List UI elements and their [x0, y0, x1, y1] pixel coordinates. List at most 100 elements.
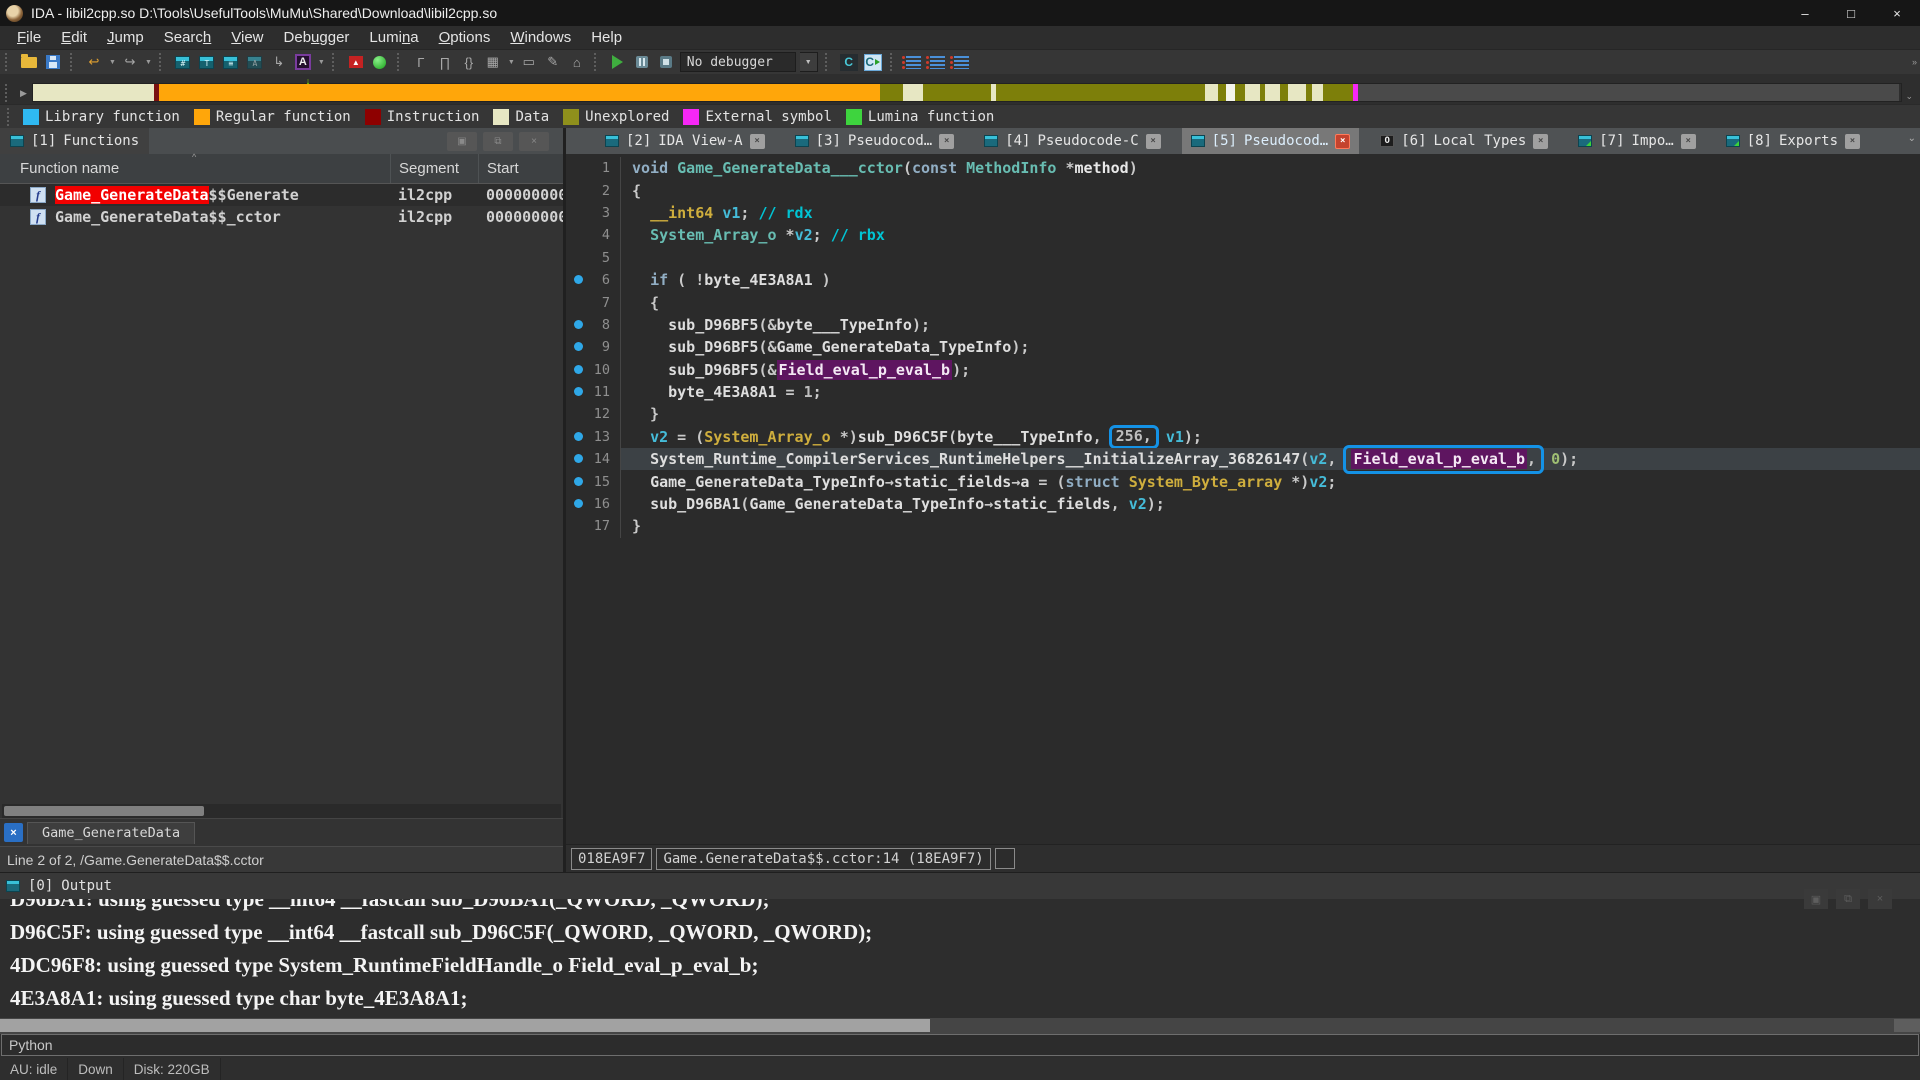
- braces-button[interactable]: {}: [459, 52, 479, 72]
- tab-pseudocod-[interactable]: [5]Pseudocod…×: [1182, 128, 1360, 154]
- pause-process-button[interactable]: [632, 52, 652, 72]
- code-line[interactable]: 9 sub_D96BF5(&Game_GenerateData_TypeInfo…: [566, 336, 1920, 358]
- breakpoint-dot[interactable]: [566, 361, 590, 379]
- chevron-down-icon[interactable]: ▼: [145, 59, 152, 66]
- band-scroll-icon[interactable]: ⌄: [1902, 91, 1916, 102]
- start-process-button[interactable]: [608, 52, 628, 72]
- debugger-select[interactable]: No debugger: [680, 52, 796, 72]
- nav-band-segment[interactable]: [1226, 84, 1235, 101]
- tab-close-icon[interactable]: ×: [1533, 134, 1548, 149]
- menu-options[interactable]: Options: [430, 27, 500, 48]
- pencil-button[interactable]: ✎: [543, 52, 563, 72]
- chevron-down-icon[interactable]: ▼: [109, 59, 116, 66]
- breakpoint-dot[interactable]: [566, 450, 590, 468]
- dock-restore-icon[interactable]: ▣: [447, 132, 477, 151]
- chevron-down-icon[interactable]: ▼: [318, 59, 325, 66]
- open-file-button[interactable]: [19, 52, 39, 72]
- tab-output[interactable]: [0] Output: [6, 878, 112, 894]
- breakpoint-flag-button[interactable]: ▲: [346, 52, 366, 72]
- column-function-name[interactable]: Function name: [0, 160, 390, 177]
- navigation-band[interactable]: ↓: [32, 83, 1903, 102]
- code-line[interactable]: 13 v2 = (System_Array_o *)sub_D96C5F(byt…: [566, 426, 1920, 448]
- dock-float-icon[interactable]: ⧉: [483, 132, 513, 151]
- tab-overflow-icon[interactable]: ⌄: [1908, 133, 1916, 144]
- nav-band-segment[interactable]: [159, 84, 880, 101]
- code-line[interactable]: 12 }: [566, 403, 1920, 425]
- jump-button[interactable]: ↳: [269, 52, 289, 72]
- tab-pseudocode-c[interactable]: [4]Pseudocode-C×: [975, 128, 1169, 154]
- menu-debugger[interactable]: Debugger: [275, 27, 359, 48]
- breakpoint-dot[interactable]: [566, 428, 590, 446]
- toolbar-overflow-icon[interactable]: »: [1909, 57, 1920, 67]
- toolbar-grip[interactable]: [159, 53, 166, 71]
- nav-band-segment[interactable]: [880, 84, 902, 101]
- pseudocode-view[interactable]: 1void Game_GenerateData___cctor(const Me…: [566, 154, 1920, 844]
- toolbar-grip[interactable]: [594, 53, 601, 71]
- code-line[interactable]: 2{: [566, 179, 1920, 201]
- breakpoint-dot[interactable]: [566, 495, 590, 513]
- home-button[interactable]: ⌂: [567, 52, 587, 72]
- dock-close-icon[interactable]: ×: [1868, 889, 1892, 909]
- dock-close-icon[interactable]: ×: [519, 132, 549, 151]
- code-line[interactable]: 16 sub_D96BA1(Game_GenerateData_TypeInfo…: [566, 493, 1920, 515]
- scrollbar-thumb[interactable]: [0, 1019, 930, 1032]
- code-line[interactable]: 4 System_Array_o *v2; // rbx: [566, 224, 1920, 246]
- toolbar-grip[interactable]: [397, 53, 404, 71]
- recompile-button[interactable]: C: [863, 52, 883, 72]
- code-line[interactable]: 11 byte_4E3A8A1 = 1;: [566, 381, 1920, 403]
- dock-restore-icon[interactable]: ▣: [1804, 889, 1828, 909]
- menu-edit[interactable]: Edit: [52, 27, 96, 48]
- code-line[interactable]: 1void Game_GenerateData___cctor(const Me…: [566, 157, 1920, 179]
- list-view-button[interactable]: [952, 52, 972, 72]
- tab-close-icon[interactable]: ×: [1681, 134, 1696, 149]
- nav-band-segment[interactable]: [1218, 84, 1225, 101]
- output-log[interactable]: D96BA1: using guessed type __int64 __fas…: [0, 899, 1920, 1018]
- menu-file[interactable]: File: [8, 27, 50, 48]
- band-play-icon[interactable]: ▶: [17, 88, 30, 99]
- list-view-button[interactable]: [904, 52, 924, 72]
- tab-close-icon[interactable]: ×: [939, 134, 954, 149]
- code-line[interactable]: 15 Game_GenerateData_TypeInfo→static_fie…: [566, 470, 1920, 492]
- menu-windows[interactable]: Windows: [501, 27, 580, 48]
- legend-grip[interactable]: [7, 108, 14, 126]
- functions-hscrollbar[interactable]: [2, 804, 561, 818]
- nav-band-segment[interactable]: [1280, 84, 1287, 101]
- column-start[interactable]: Start: [478, 154, 563, 183]
- menu-search[interactable]: Search: [155, 27, 221, 48]
- nav-band-segment[interactable]: [1205, 84, 1218, 101]
- tab-exports[interactable]: [8]Exports×: [1717, 128, 1869, 154]
- menu-lumina[interactable]: Lumina: [360, 27, 427, 48]
- nav-band-segment[interactable]: [1323, 84, 1353, 101]
- nav-band-segment[interactable]: [1265, 84, 1280, 101]
- strings-button[interactable]: A: [293, 52, 313, 72]
- tab-close-icon[interactable]: ×: [1845, 134, 1860, 149]
- code-line[interactable]: 10 sub_D96BF5(&Field_eval_p_eval_b);: [566, 359, 1920, 381]
- nav-band-segment[interactable]: [996, 84, 1205, 101]
- breakpoint-dot[interactable]: [566, 316, 590, 334]
- breakpoint-dot[interactable]: [566, 383, 590, 401]
- code-line[interactable]: 17}: [566, 515, 1920, 537]
- tab-impo-[interactable]: [7]Impo…×: [1569, 128, 1704, 154]
- ida-view-button[interactable]: #: [173, 52, 193, 72]
- lumina-button[interactable]: [370, 52, 390, 72]
- toolbar-grip[interactable]: [5, 53, 12, 71]
- tab-close-icon[interactable]: ×: [1335, 134, 1350, 149]
- code-line[interactable]: 7 {: [566, 291, 1920, 313]
- structures-view-button[interactable]: A: [245, 52, 265, 72]
- code-line[interactable]: 8 sub_D96BF5(&byte___TypeInfo);: [566, 314, 1920, 336]
- tab-game-generatedata[interactable]: Game_GenerateData: [27, 822, 195, 844]
- tab-close-icon[interactable]: ×: [1146, 134, 1161, 149]
- nav-band-segment[interactable]: [1245, 84, 1260, 101]
- close-search-icon[interactable]: ×: [4, 823, 23, 842]
- debug-tool-button[interactable]: Γ: [411, 52, 431, 72]
- stop-process-button[interactable]: [656, 52, 676, 72]
- nav-band-segment[interactable]: [903, 84, 924, 101]
- chevron-down-icon[interactable]: ▼: [508, 59, 515, 66]
- nav-band-segment[interactable]: [923, 84, 990, 101]
- menu-help[interactable]: Help: [582, 27, 631, 48]
- nav-band-segment[interactable]: [1312, 84, 1323, 101]
- code-line[interactable]: 14 System_Runtime_CompilerServices_Runti…: [566, 448, 1920, 470]
- debug-tool-button[interactable]: ∏: [435, 52, 455, 72]
- nav-band-segment[interactable]: [1288, 84, 1307, 101]
- nav-band-segment[interactable]: [1358, 84, 1900, 101]
